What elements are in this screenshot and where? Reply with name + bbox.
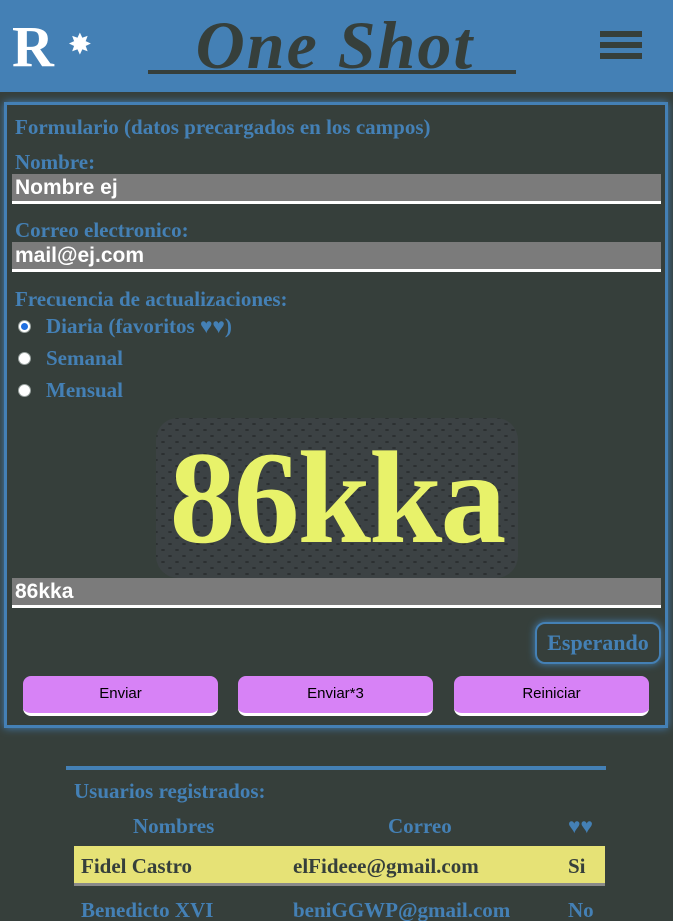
user-name: Fidel Castro (81, 854, 193, 878)
captcha-field[interactable] (12, 578, 661, 608)
email-label: Correo electronico: (15, 218, 189, 242)
user-fav: Si (568, 854, 586, 878)
captcha-text: 86kka (169, 424, 507, 571)
logo[interactable]: R ✸ (12, 18, 91, 76)
title-underline (148, 70, 516, 74)
radio-monthly[interactable] (18, 384, 31, 397)
send-button[interactable]: Enviar (23, 676, 218, 716)
status-badge: Esperando (535, 622, 661, 664)
user-fav: No (568, 898, 594, 921)
user-name: Benedicto XVI (81, 898, 214, 921)
user-email: elFideee@gmail.com (293, 854, 479, 878)
reset-button[interactable]: Reiniciar (454, 676, 649, 716)
column-header-email: Correo (388, 814, 452, 838)
section-divider (66, 766, 606, 770)
radio-monthly-label: Mensual (46, 378, 124, 402)
captcha-image: 86kka (156, 418, 518, 578)
logo-star-icon: ✸ (69, 30, 91, 59)
logo-letter: R (12, 14, 54, 79)
registered-users: Usuarios registrados: Nombres Correo ♥♥ … (0, 766, 673, 921)
form-heading: Formulario (datos precargados en los cam… (15, 115, 431, 139)
name-label: Nombre: (15, 150, 96, 174)
email-field[interactable] (12, 242, 661, 272)
user-email: beniGGWP@gmail.com (293, 898, 511, 921)
radio-daily[interactable] (18, 320, 31, 333)
column-header-fav: ♥♥ (568, 814, 593, 838)
hamburger-menu-icon[interactable] (600, 29, 642, 65)
users-title: Usuarios registrados: (74, 779, 266, 803)
app-header: R ✸ One Shot (0, 0, 673, 92)
frequency-label: Frecuencia de actualizaciones: (15, 287, 288, 311)
table-row: Fidel Castro elFideee@gmail.com Si (74, 846, 605, 886)
radio-weekly-label: Semanal (46, 346, 124, 370)
column-header-name: Nombres (133, 814, 215, 838)
registration-form: Formulario (datos precargados en los cam… (4, 102, 668, 728)
radio-weekly[interactable] (18, 352, 31, 365)
send-three-times-button[interactable]: Enviar*3 (238, 676, 433, 716)
name-field[interactable] (12, 174, 661, 204)
table-row: Benedicto XVI beniGGWP@gmail.com No (74, 890, 605, 921)
radio-daily-label: Diaria (favoritos ♥♥) (46, 314, 232, 338)
